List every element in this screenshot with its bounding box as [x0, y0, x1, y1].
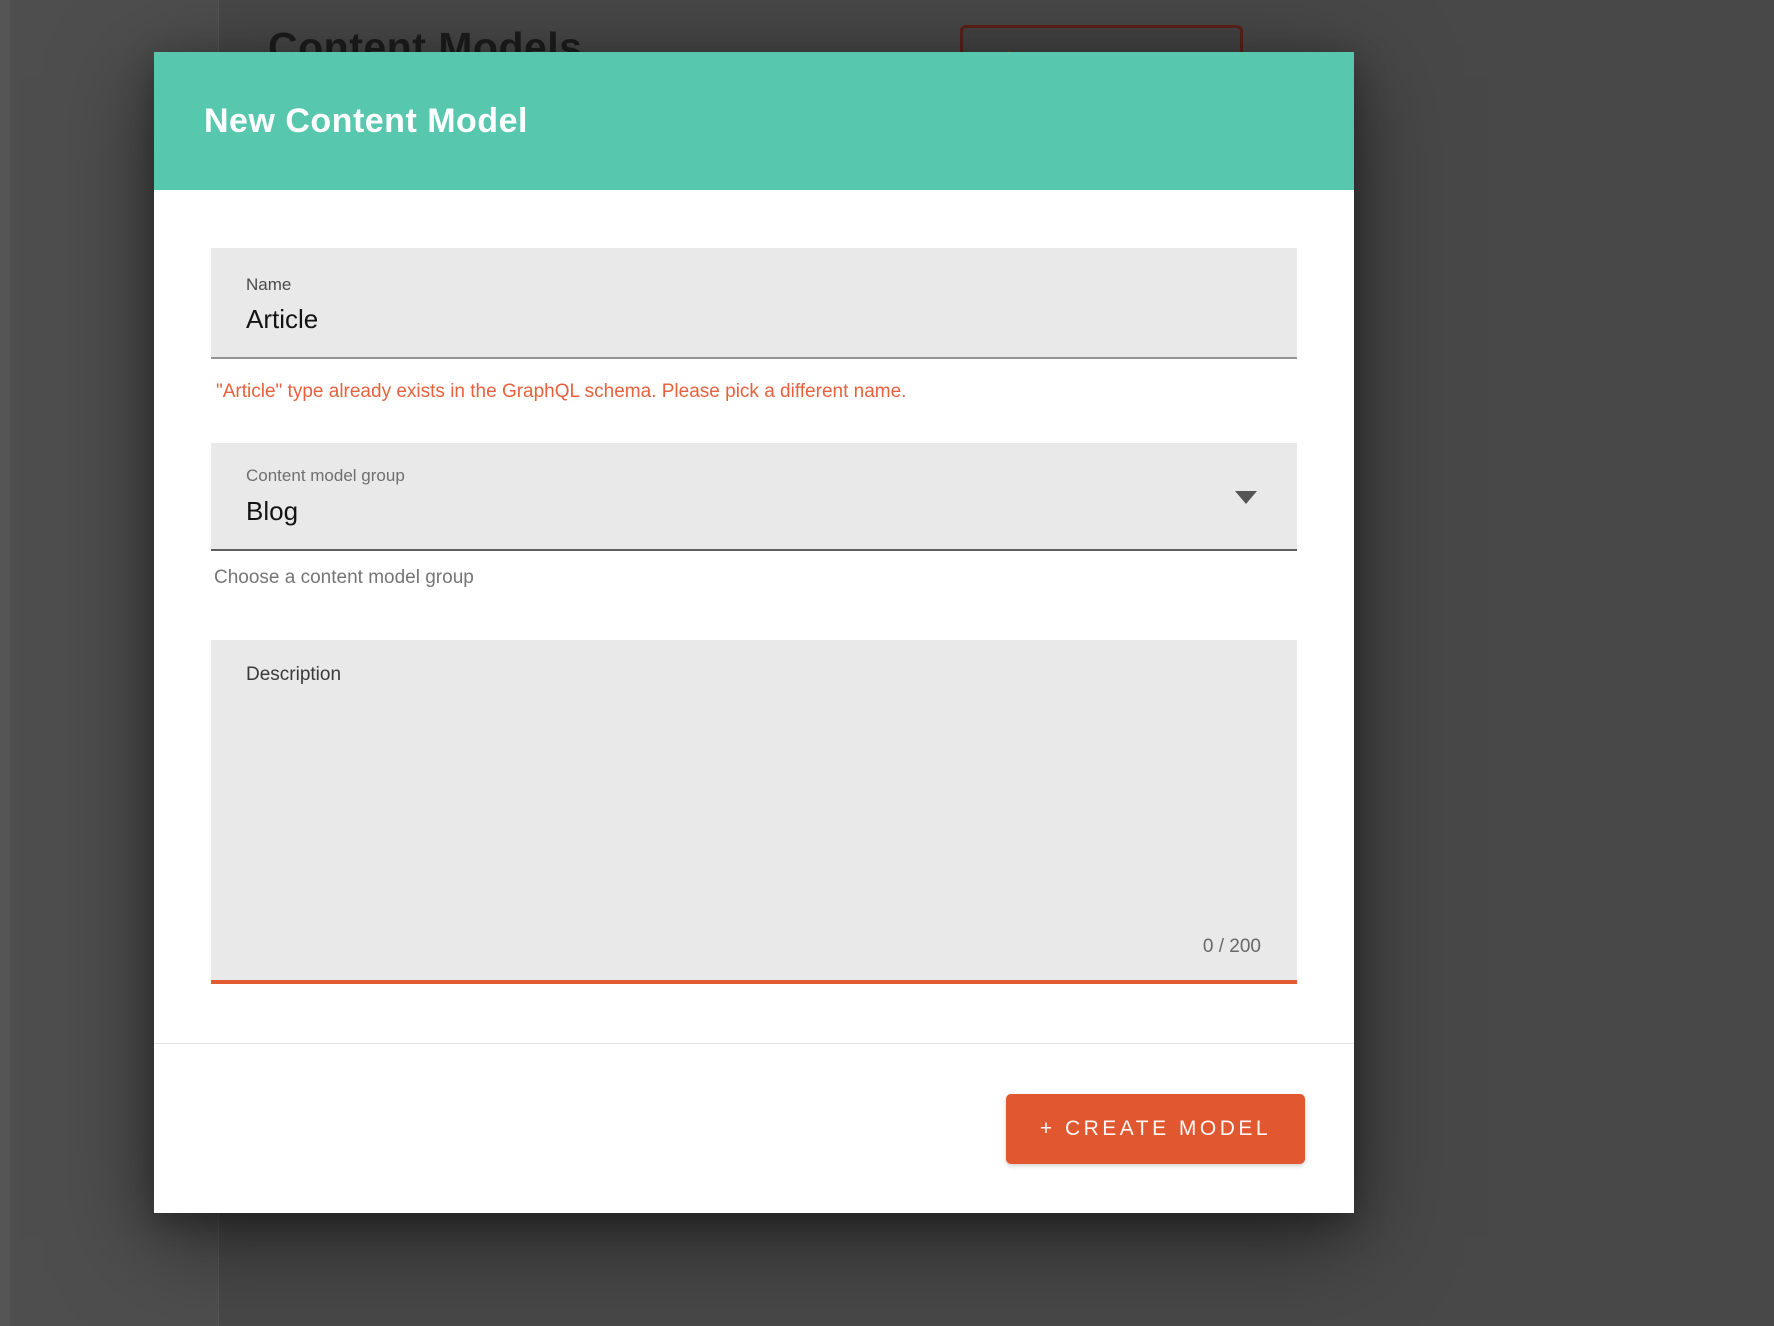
new-content-model-dialog: New Content Model Name "Article" type al… [154, 52, 1354, 1213]
description-field[interactable]: Description 0 / 200 [211, 640, 1297, 984]
name-error-text: "Article" type already exists in the Gra… [216, 381, 1297, 403]
create-model-button[interactable]: + CREATE MODEL [1006, 1094, 1305, 1164]
name-label: Name [211, 248, 1297, 295]
description-textarea[interactable] [246, 694, 1278, 914]
description-label: Description [211, 640, 1297, 686]
content-model-group-select[interactable]: Content model group Blog [211, 443, 1297, 551]
background-sidebar-edge [0, 0, 10, 1326]
dialog-body: Name "Article" type already exists in th… [154, 248, 1354, 984]
dialog-header: New Content Model [154, 52, 1354, 190]
name-field[interactable]: Name [211, 248, 1297, 359]
group-selected-value: Blog [246, 496, 1297, 527]
screen: Content Models + New Content Model Name … [0, 0, 1774, 1326]
group-helper-text: Choose a content model group [214, 567, 1297, 589]
dialog-title: New Content Model [204, 102, 528, 141]
name-input[interactable] [246, 304, 1223, 335]
chevron-down-icon[interactable] [1235, 491, 1257, 504]
group-label: Content model group [211, 443, 1297, 486]
character-counter: 0 / 200 [1203, 936, 1261, 958]
dialog-footer: + CREATE MODEL [154, 1043, 1354, 1213]
